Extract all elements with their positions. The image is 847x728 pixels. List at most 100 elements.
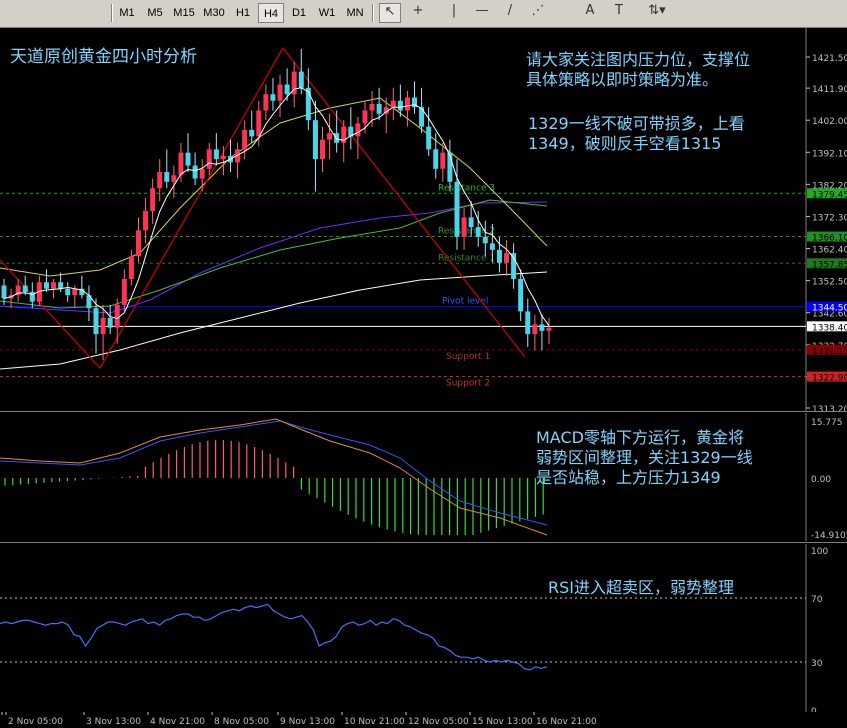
horizontal-line-icon[interactable]: — <box>471 3 493 23</box>
candle-body[interactable] <box>93 308 99 335</box>
candle-body[interactable] <box>242 129 248 150</box>
candle-body[interactable] <box>454 181 460 237</box>
time-label: 15 Nov 13:00 <box>472 717 533 727</box>
trendline-icon[interactable]: / <box>499 3 521 23</box>
arrows-icon[interactable]: ⇅▾ <box>642 3 672 23</box>
candle-body[interactable] <box>496 249 502 263</box>
timeframe-w1-button[interactable]: W1 <box>314 3 340 23</box>
rsi-axis-label: 30 <box>811 659 823 669</box>
candle-body[interactable] <box>100 317 106 335</box>
timeframe-m30-button[interactable]: M30 <box>200 3 228 23</box>
candle-body[interactable] <box>355 123 361 137</box>
candle-body[interactable] <box>72 288 78 296</box>
candle-body[interactable] <box>532 324 538 335</box>
macd-axis-label: 0.00 <box>811 475 831 485</box>
candle-body[interactable] <box>298 71 304 88</box>
price-box-label-r3: 1379.45 <box>812 190 847 200</box>
candle-body[interactable] <box>362 110 368 124</box>
candle-body[interactable] <box>51 282 57 289</box>
candle-body[interactable] <box>121 279 127 305</box>
candle-body[interactable] <box>213 149 219 160</box>
timeframe-m15-button[interactable]: M15 <box>170 3 198 23</box>
candle-body[interactable] <box>433 149 439 169</box>
candle-body[interactable] <box>171 175 177 182</box>
candle-body[interactable] <box>65 288 71 296</box>
candle-body[interactable] <box>482 236 488 244</box>
candle-body[interactable] <box>135 230 141 257</box>
strategy-note-line-2: 具体策略以即时策略为准。 <box>526 70 719 89</box>
text-label-icon[interactable]: T <box>608 3 630 23</box>
candle-body[interactable] <box>440 152 446 169</box>
candle-body[interactable] <box>546 327 552 331</box>
time-label: 9 Nov 13:00 <box>280 717 335 727</box>
candle-body[interactable] <box>468 217 474 228</box>
timeframe-m1-button[interactable]: M1 <box>114 3 140 23</box>
candle-body[interactable] <box>58 282 64 289</box>
strategy-note: 请大家关注图内压力位，支撑位 具体策略以即时策略为准。 <box>526 50 750 90</box>
candle-body[interactable] <box>270 94 276 101</box>
timeframe-h4-button[interactable]: H4 <box>258 3 284 23</box>
rsi-panel[interactable]: 10070300 <box>0 544 847 712</box>
candle-body[interactable] <box>185 152 191 166</box>
candle-body[interactable] <box>206 149 212 169</box>
candle-body[interactable] <box>107 317 113 328</box>
candle-body[interactable] <box>128 256 134 280</box>
candle-body[interactable] <box>199 168 205 179</box>
strategy-note-line-1: 请大家关注图内压力位，支撑位 <box>526 50 751 69</box>
candle-body[interactable] <box>404 97 410 111</box>
candle-body[interactable] <box>489 243 495 250</box>
candle-body[interactable] <box>327 133 333 140</box>
panel-divider[interactable] <box>0 411 847 412</box>
candle-body[interactable] <box>277 84 283 101</box>
timeframe-d1-button[interactable]: D1 <box>286 3 312 23</box>
candle-body[interactable] <box>334 133 340 143</box>
fibonacci-icon[interactable]: ⋰ <box>527 3 549 23</box>
candle-body[interactable] <box>518 279 524 312</box>
candle-body[interactable] <box>220 155 226 160</box>
candle-body[interactable] <box>143 210 149 231</box>
toolbar-separator <box>372 4 374 22</box>
text-icon[interactable]: A <box>579 3 601 23</box>
candle-body[interactable] <box>164 172 170 182</box>
trend-lines <box>0 46 526 370</box>
candle-body[interactable] <box>22 285 28 292</box>
candle-body[interactable] <box>390 100 396 108</box>
candle-body[interactable] <box>263 94 269 111</box>
time-label: 3 Nov 13:00 <box>86 717 141 727</box>
macd-axis-label: -14.9105 <box>811 531 847 541</box>
crosshair-icon[interactable]: + <box>407 3 429 23</box>
candle-body[interactable] <box>150 188 156 211</box>
candle-body[interactable] <box>256 110 262 137</box>
candle-body[interactable] <box>475 227 481 237</box>
candle-body[interactable] <box>376 103 382 114</box>
candle-body[interactable] <box>504 253 510 263</box>
chart-title: 天道原创黄金四小时分析 <box>10 47 197 67</box>
macd-note-line-3: 是否站稳，上方压力1349 <box>536 468 721 487</box>
candle-body[interactable] <box>525 311 531 335</box>
price-box-label-r2: 1366.10 <box>812 234 847 244</box>
panel-divider[interactable] <box>0 542 847 543</box>
vertical-line-icon[interactable]: | <box>443 3 465 23</box>
timeframe-mn-button[interactable]: MN <box>342 3 368 23</box>
candle-body[interactable] <box>178 152 184 176</box>
cursor-icon[interactable]: ↖ <box>379 3 401 23</box>
candle-body[interactable] <box>397 100 403 111</box>
candle-body[interactable] <box>249 129 255 137</box>
timeframe-m5-button[interactable]: M5 <box>142 3 168 23</box>
rsi-note: RSI进入超卖区，弱势整理 <box>548 578 734 597</box>
candle-body[interactable] <box>157 172 163 189</box>
candle-body[interactable] <box>539 324 545 331</box>
candle-body[interactable] <box>461 217 467 237</box>
candle-body[interactable] <box>320 139 326 160</box>
candle-body[interactable] <box>43 282 49 289</box>
candle-body[interactable] <box>426 126 432 150</box>
candle-body[interactable] <box>284 84 290 95</box>
ma-fast-line <box>3 87 550 326</box>
candle-body[interactable] <box>369 103 375 111</box>
candle-body[interactable] <box>192 165 198 179</box>
candle-body[interactable] <box>114 304 120 328</box>
timeframe-h1-button[interactable]: H1 <box>230 3 256 23</box>
candle-body[interactable] <box>1 285 7 299</box>
candle-body[interactable] <box>312 120 318 160</box>
rsi-axis-label: 100 <box>811 547 828 557</box>
